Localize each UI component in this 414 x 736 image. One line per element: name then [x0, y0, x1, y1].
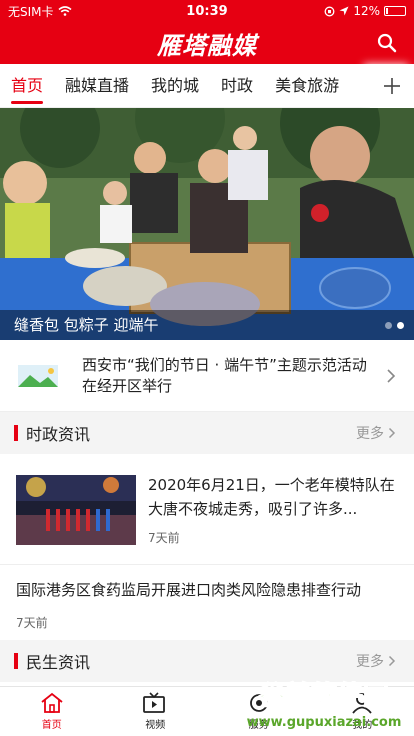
carousel-indicator	[385, 322, 404, 329]
more-label: 更多	[356, 654, 384, 670]
news-item[interactable]: 国际港务区食药监局开展进口肉类风险隐患排查行动 7天前	[0, 565, 414, 639]
tab-media-live[interactable]: 融媒直播	[54, 64, 140, 108]
news-time: 7天前	[148, 531, 180, 545]
chevron-right-icon	[387, 368, 396, 383]
tab-food-travel[interactable]: 美食旅游	[264, 64, 350, 108]
channel-tabs: 首页 融媒直播 我的城 时政 美食旅游	[0, 64, 414, 108]
banner-caption: 缝香包 包粽子 迎端午	[0, 310, 414, 340]
battery-icon	[384, 6, 406, 16]
news-item[interactable]: 2020年6月21日，一个老年模特队在大唐不夜城走秀，吸引了许多... 7天前	[0, 455, 414, 565]
carousel-dot[interactable]	[397, 322, 404, 329]
location-icon	[339, 6, 349, 16]
news-title: 国际港务区食药监局开展进口肉类风险隐患排查行动	[16, 581, 362, 599]
search-icon[interactable]	[376, 32, 398, 54]
chevron-right-icon	[388, 655, 396, 667]
home-icon	[41, 692, 63, 713]
add-channel-button[interactable]	[370, 64, 414, 108]
featured-news-title: 西安市“我们的节日 · 端午节”主题示范活动在经开区举行	[82, 355, 367, 395]
wifi-icon	[58, 6, 72, 16]
chevron-right-icon	[388, 427, 396, 439]
section-title: 时政资讯	[26, 425, 91, 444]
banner-photo	[0, 108, 414, 340]
more-link[interactable]: 更多	[356, 423, 396, 443]
featured-news-row[interactable]: 西安市“我们的节日 · 端午节”主题示范活动在经开区举行	[0, 340, 414, 412]
nav-video[interactable]: 视频	[104, 687, 208, 736]
plus-icon	[384, 78, 400, 94]
tab-my-city[interactable]: 我的城	[140, 64, 210, 108]
news-thumbnail	[16, 475, 136, 545]
section-politics-header: 时政资讯 更多	[0, 412, 414, 454]
app-header: 雁塔融媒	[0, 22, 414, 64]
orientation-lock-icon	[324, 6, 335, 16]
more-link[interactable]: 更多	[356, 651, 396, 671]
nav-home[interactable]: 首页	[0, 687, 104, 736]
video-icon	[143, 692, 166, 713]
news-title: 2020年6月21日，一个老年模特队在大唐不夜城走秀，吸引了许多...	[148, 476, 395, 518]
status-bar: 无SIM卡 10:39 12%	[0, 0, 414, 22]
nav-home-label: 首页	[41, 720, 62, 731]
app-logo: 雁塔融媒	[157, 30, 257, 60]
news-time: 7天前	[16, 616, 48, 630]
nav-video-label: 视频	[145, 720, 166, 731]
section-accent-bar	[14, 653, 18, 669]
section-accent-bar	[14, 425, 18, 441]
tab-politics[interactable]: 时政	[210, 64, 264, 108]
watermark-url: www.gupuxiazai.com	[247, 715, 402, 730]
banner-carousel[interactable]: 缝香包 包粽子 迎端午	[0, 108, 414, 340]
carrier-label: 无SIM卡	[8, 4, 54, 19]
image-placeholder-icon	[18, 364, 58, 387]
watermark: 谷普软件园 www.gupuxiazai.com	[247, 679, 402, 730]
more-label: 更多	[356, 426, 384, 442]
battery-percent: 12%	[353, 4, 380, 18]
section-title: 民生资讯	[26, 653, 91, 672]
watermark-brand: 谷普软件园	[259, 680, 389, 711]
tab-home[interactable]: 首页	[0, 64, 54, 108]
carousel-dot[interactable]	[385, 322, 392, 329]
